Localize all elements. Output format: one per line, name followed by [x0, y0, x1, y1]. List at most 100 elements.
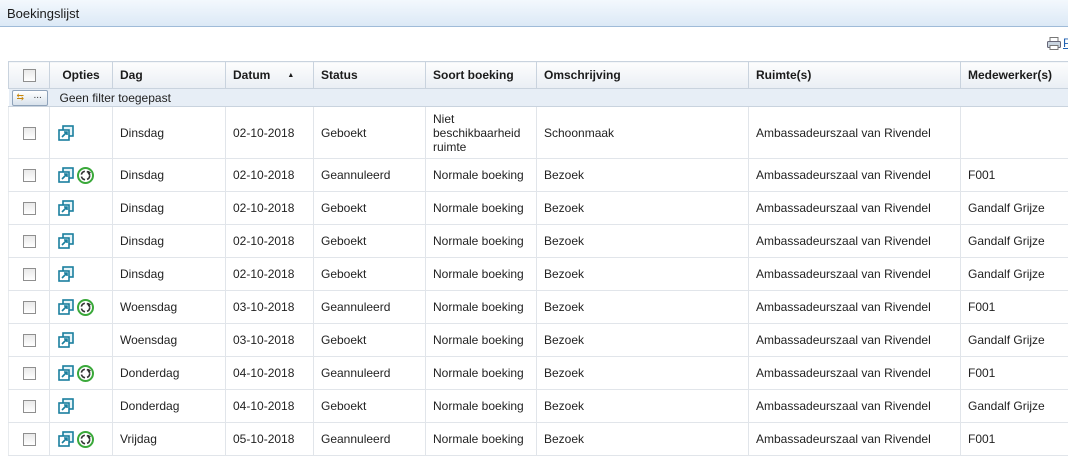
- cell-ruimtes: Ambassadeurszaal van Rivendel: [748, 290, 961, 324]
- cell-dag: Dinsdag: [112, 257, 226, 291]
- open-window-icon[interactable]: [58, 332, 74, 348]
- cell-soort-boeking: Normale boeking: [425, 191, 537, 225]
- column-header-soort-boeking[interactable]: Soort boeking: [425, 61, 537, 89]
- cell-ruimtes: Ambassadeurszaal van Rivendel: [748, 158, 961, 192]
- table-row[interactable]: Vrijdag 05-10-2018 Geannuleerd Normale boek…: [8, 422, 1068, 456]
- recurring-cycle-icon[interactable]: [77, 430, 94, 448]
- recurring-cycle-icon[interactable]: [77, 364, 94, 382]
- table-row[interactable]: Dinsdag 02-10-2018 Geboekt Normale boeking B…: [8, 191, 1068, 225]
- cell-medewerkers: Gandalf Grijze: [960, 323, 1068, 357]
- open-window-icon[interactable]: [58, 200, 74, 216]
- column-header-datum-label: Datum: [233, 68, 271, 82]
- cell-dag: Dinsdag: [112, 191, 226, 225]
- table-row[interactable]: Donderdag 04-10-2018 Geannuleerd Normale bo…: [8, 356, 1068, 390]
- table-row[interactable]: Dinsdag 02-10-2018 Geboekt Niet beschikbaar…: [8, 106, 1068, 159]
- cell-ruimtes: Ambassadeurszaal van Rivendel: [748, 191, 961, 225]
- window-title: Boekingslijst: [7, 6, 80, 21]
- cell-omschrijving: Bezoek: [536, 356, 749, 390]
- table-row[interactable]: Dinsdag 02-10-2018 Geannuleerd Normale boek…: [8, 158, 1068, 192]
- recurring-cycle-icon[interactable]: [77, 298, 94, 316]
- cell-omschrijving: Bezoek: [536, 158, 749, 192]
- cell-datum: 02-10-2018: [225, 224, 314, 258]
- cell-datum: 05-10-2018: [225, 422, 314, 456]
- row-checkbox[interactable]: [22, 126, 36, 140]
- cell-ruimtes: Ambassadeurszaal van Rivendel: [748, 323, 961, 357]
- filter-button-dots: ...: [33, 90, 42, 101]
- select-all-header: [8, 61, 50, 89]
- row-options-cell: [49, 422, 113, 456]
- cell-omschrijving: Bezoek: [536, 257, 749, 291]
- open-window-icon[interactable]: [58, 233, 74, 249]
- row-checkbox[interactable]: [22, 433, 36, 447]
- column-header-opties: Opties: [49, 61, 113, 89]
- column-header-omschrijving[interactable]: Omschrijving: [536, 61, 749, 89]
- row-options-cell: [49, 323, 113, 357]
- row-select-cell: [8, 191, 50, 225]
- open-window-icon[interactable]: [58, 167, 74, 183]
- cell-datum: 02-10-2018: [225, 158, 314, 192]
- recurring-cycle-icon[interactable]: [77, 166, 94, 184]
- row-checkbox[interactable]: [22, 268, 36, 282]
- cell-datum: 04-10-2018: [225, 356, 314, 390]
- filter-button[interactable]: ⇆ ...: [11, 90, 48, 106]
- cell-soort-boeking: Normale boeking: [425, 158, 537, 192]
- table-row[interactable]: Woensdag 03-10-2018 Geboekt Normale boeking…: [8, 323, 1068, 357]
- cell-soort-boeking: Normale boeking: [425, 257, 537, 291]
- sort-ascending-icon: ▲: [287, 72, 295, 79]
- row-checkbox[interactable]: [22, 169, 36, 183]
- row-checkbox[interactable]: [22, 400, 36, 414]
- row-select-cell: [8, 422, 50, 456]
- row-checkbox[interactable]: [22, 301, 36, 315]
- row-options-cell: [49, 389, 113, 423]
- cell-omschrijving: Bezoek: [536, 290, 749, 324]
- cell-dag: Dinsdag: [112, 106, 226, 159]
- cell-datum: 02-10-2018: [225, 106, 314, 159]
- cell-medewerkers: Gandalf Grijze: [960, 257, 1068, 291]
- cell-medewerkers: [960, 106, 1068, 159]
- filter-cell: ⇆ ... Geen filter toegepast: [8, 88, 1068, 107]
- open-window-icon[interactable]: [58, 299, 74, 315]
- open-window-icon[interactable]: [58, 431, 74, 447]
- column-header-datum[interactable]: Datum ▲: [225, 61, 314, 89]
- open-window-icon[interactable]: [58, 365, 74, 381]
- column-header-status[interactable]: Status: [313, 61, 426, 89]
- cell-dag: Dinsdag: [112, 224, 226, 258]
- row-checkbox[interactable]: [22, 202, 36, 216]
- table-row[interactable]: Dinsdag 02-10-2018 Geboekt Normale boeking B…: [8, 224, 1068, 258]
- cell-datum: 02-10-2018: [225, 191, 314, 225]
- cell-datum: 03-10-2018: [225, 323, 314, 357]
- row-checkbox[interactable]: [22, 367, 36, 381]
- column-header-ruimtes[interactable]: Ruimte(s): [748, 61, 961, 89]
- row-checkbox[interactable]: [22, 235, 36, 249]
- row-checkbox[interactable]: [22, 334, 36, 348]
- table-row[interactable]: Donderdag 04-10-2018 Geboekt Normale boekin…: [8, 389, 1068, 423]
- row-select-cell: [8, 224, 50, 258]
- cell-soort-boeking: Normale boeking: [425, 422, 537, 456]
- column-header-medewerkers[interactable]: Medewerker(s): [960, 61, 1068, 89]
- row-select-cell: [8, 106, 50, 159]
- table-row[interactable]: Woensdag 03-10-2018 Geannuleerd Normale boe…: [8, 290, 1068, 324]
- print-link[interactable]: P: [1063, 36, 1068, 50]
- open-window-icon[interactable]: [58, 398, 74, 414]
- cell-omschrijving: Bezoek: [536, 224, 749, 258]
- row-options-cell: [49, 356, 113, 390]
- row-options-cell: [49, 290, 113, 324]
- column-header-dag[interactable]: Dag: [112, 61, 226, 89]
- row-select-cell: [8, 389, 50, 423]
- table-header-row: Opties Dag Datum ▲ Status Soort boeking O…: [8, 61, 1068, 89]
- open-window-icon[interactable]: [58, 124, 74, 141]
- row-options-cell: [49, 257, 113, 291]
- cell-datum: 03-10-2018: [225, 290, 314, 324]
- cell-ruimtes: Ambassadeurszaal van Rivendel: [748, 356, 961, 390]
- open-window-icon[interactable]: [58, 266, 74, 282]
- printer-icon[interactable]: [1047, 37, 1061, 50]
- cell-status: Geboekt: [313, 224, 426, 258]
- table-row[interactable]: Dinsdag 02-10-2018 Geboekt Normale boeking B…: [8, 257, 1068, 291]
- cell-ruimtes: Ambassadeurszaal van Rivendel: [748, 257, 961, 291]
- cell-omschrijving: Bezoek: [536, 323, 749, 357]
- cell-status: Geannuleerd: [313, 290, 426, 324]
- cell-soort-boeking: Normale boeking: [425, 356, 537, 390]
- row-select-cell: [8, 356, 50, 390]
- select-all-checkbox[interactable]: [22, 69, 36, 83]
- cell-status: Geboekt: [313, 106, 426, 159]
